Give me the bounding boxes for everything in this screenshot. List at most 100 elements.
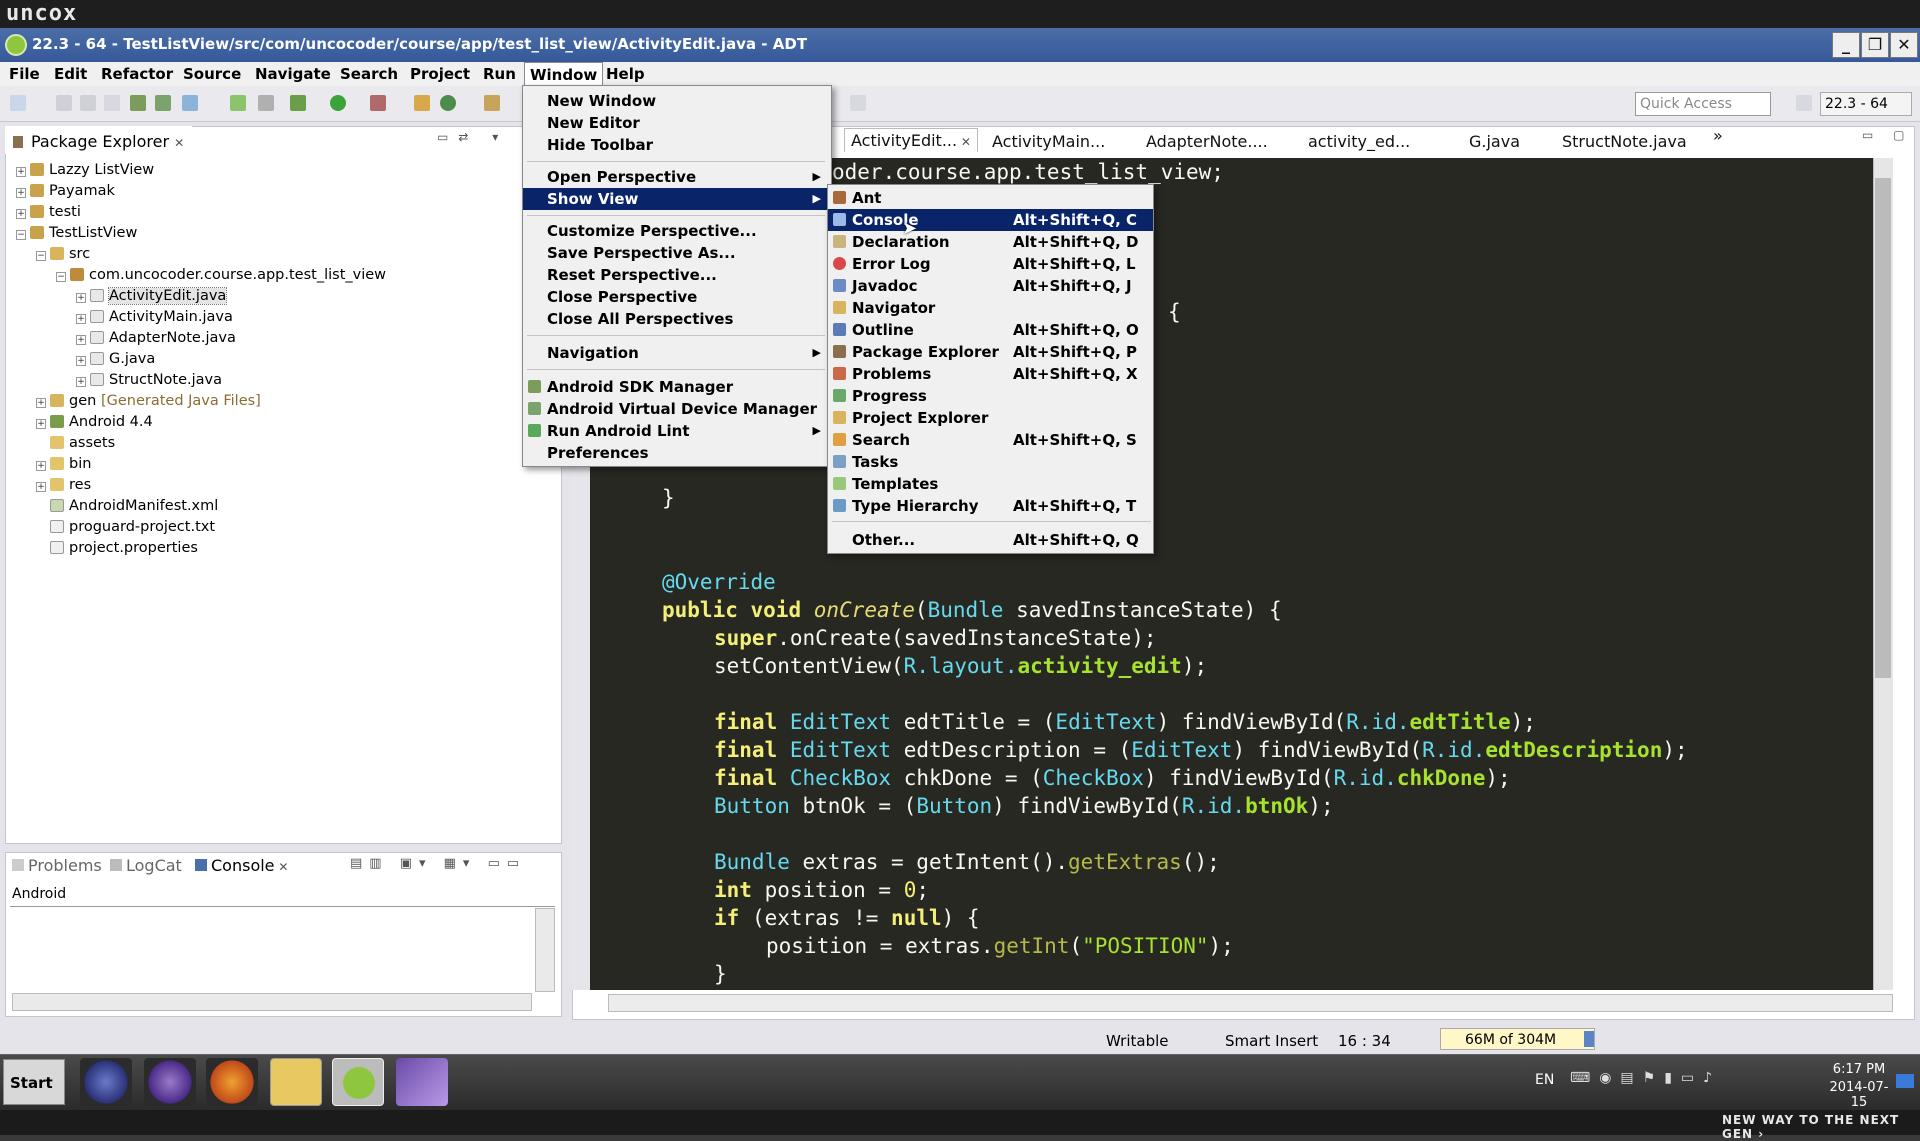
menu-item-android-sdk-manager[interactable]: Android SDK Manager [523,376,829,398]
view-item-package-explorer[interactable]: Package Explorer Alt+Shift+Q, P [828,341,1153,363]
editor-tabs-overflow[interactable]: » [1713,126,1723,145]
menu-item-close-all-perspectives[interactable]: Close All Perspectives [523,308,829,330]
close-tab-icon[interactable]: ✕ [174,136,184,150]
android-sdk-icon[interactable] [130,95,146,111]
tree-node[interactable]: + bin [16,454,386,475]
menu-item-close-perspective[interactable]: Close Perspective [523,286,829,308]
view-item-progress[interactable]: Progress [828,385,1153,407]
menu-edit[interactable]: Edit [49,62,92,86]
view-item-navigator[interactable]: Navigator [828,297,1153,319]
view-item-javadoc[interactable]: Javadoc Alt+Shift+Q, J [828,275,1153,297]
view-item-other[interactable]: Other... Alt+Shift+Q, Q [828,529,1153,551]
tree-node[interactable]: + Payamak [16,181,386,202]
menu-window[interactable]: Window [524,62,604,86]
tree-node[interactable]: + testi [16,202,386,223]
tree-node[interactable]: AndroidManifest.xml [16,496,386,517]
view-item-console[interactable]: Console Alt+Shift+Q, C [828,209,1153,231]
view-item-outline[interactable]: Outline Alt+Shift+Q, O [828,319,1153,341]
tree-node[interactable]: − TestListView [16,223,386,244]
open-type-icon[interactable] [484,95,500,111]
firefox-taskbar-icon[interactable] [206,1058,258,1106]
menu-file[interactable]: File [4,62,45,86]
menu-navigate[interactable]: Navigate [250,62,336,86]
menu-project[interactable]: Project [405,62,475,86]
tree-node[interactable]: + Lazzy ListView [16,160,386,181]
view-item-templates[interactable]: Templates [828,473,1153,495]
tree-node[interactable]: + res [16,475,386,496]
clock[interactable]: 6:17 PM 2014-07-15 [1824,1062,1894,1110]
tree-node[interactable]: assets [16,433,386,454]
close-tab-icon[interactable]: ✕ [957,135,971,149]
menu-help[interactable]: Help [601,62,650,86]
eclipse-taskbar-icon[interactable] [80,1058,132,1106]
avd-manager-icon[interactable] [155,95,171,111]
package-explorer-tab[interactable]: Package Explorer ✕ [5,126,193,154]
view-item-problems[interactable]: Problems Alt+Shift+Q, X [828,363,1153,385]
tree-node[interactable]: + AdapterNote.java [16,328,386,349]
system-tray[interactable]: ⌨◉▤⚑▮▭♪ [1570,1070,1721,1086]
console-vscroll[interactable] [535,908,555,992]
new-icon[interactable] [10,95,26,111]
perspective-switcher[interactable]: 22.3 - 64 [1820,92,1912,116]
new-android-project-icon[interactable] [230,95,246,111]
minimize-button[interactable]: _ [1832,32,1860,58]
menu-item-customize-perspective[interactable]: Customize Perspective... [523,220,829,242]
tree-node[interactable]: + ActivityMain.java [16,307,386,328]
external-tools-icon[interactable] [370,95,386,111]
menu-item-new-window[interactable]: New Window [523,90,829,112]
menu-item-hide-toolbar[interactable]: Hide Toolbar [523,134,829,156]
view-item-error-log[interactable]: Error Log Alt+Shift+Q, L [828,253,1153,275]
editor-hscroll[interactable] [608,994,1893,1012]
start-button[interactable]: Start [3,1059,65,1105]
new-package-icon[interactable] [414,95,430,111]
run-icon[interactable] [330,95,346,111]
debug-icon[interactable] [290,95,306,111]
editor-vscroll-thumb[interactable] [1875,178,1891,678]
view-item-project-explorer[interactable]: Project Explorer [828,407,1153,429]
quick-access-input[interactable]: Quick Access [1635,92,1771,116]
menu-run[interactable]: Run [478,62,521,86]
editor-tab-activityedit[interactable]: ActivityEdit... ✕ [844,128,978,152]
editor-min-max[interactable]: ▭ ▢ [1862,128,1913,142]
print-icon[interactable] [104,95,120,111]
menu-item-new-editor[interactable]: New Editor [523,112,829,134]
menu-refactor[interactable]: Refactor [96,62,178,86]
view-item-search[interactable]: Search Alt+Shift+Q, S [828,429,1153,451]
console-toolbar[interactable]: ▤▥ ▣▾ ▦▾ ▭▭ [350,856,526,871]
menu-item-open-perspective[interactable]: Open Perspective ▶ [523,166,829,188]
garbage-collect-icon[interactable] [1584,1031,1594,1047]
language-indicator[interactable]: EN [1535,1072,1554,1088]
skip-breakpoints-icon[interactable] [258,95,274,111]
editor-tab-activity-edit-xml[interactable]: activity_ed... [1308,132,1410,151]
menu-item-navigation[interactable]: Navigation ▶ [523,342,829,364]
lint-icon[interactable] [182,95,198,111]
menu-item-save-perspective[interactable]: Save Perspective As... [523,242,829,264]
menu-item-show-view[interactable]: Show View ▶ [523,188,829,210]
tree-node[interactable]: − src [16,244,386,265]
menu-item-preferences[interactable]: Preferences [523,442,829,464]
tree-node[interactable]: proguard-project.txt [16,517,386,538]
tab-problems[interactable]: Problems [12,856,102,875]
editor-tab-activitymain[interactable]: ActivityMain... [992,132,1105,151]
tree-node[interactable]: project.properties [16,538,386,559]
tree-node[interactable]: + gen [Generated Java Files] [16,391,386,412]
heap-status[interactable]: 66M of 304M [1440,1028,1595,1050]
view-toolbar[interactable]: ▭⇄ ▾ [437,130,508,144]
tab-logcat[interactable]: LogCat [110,856,182,875]
menu-item-run-android-lint[interactable]: Run Android Lint ▶ [523,420,829,442]
menu-search[interactable]: Search [335,62,403,86]
editor-tab-g[interactable]: G.java [1469,132,1520,151]
tree-node[interactable]: + StructNote.java [16,370,386,391]
console-hscroll[interactable] [12,993,532,1011]
view-item-tasks[interactable]: Tasks [828,451,1153,473]
explorer-taskbar-icon[interactable] [270,1058,322,1106]
adt-taskbar-icon[interactable] [332,1058,384,1106]
menu-item-avd-manager[interactable]: Android Virtual Device Manager [523,398,829,420]
close-tab-icon[interactable]: ✕ [275,860,288,874]
editor-tab-structnote[interactable]: StructNote.java [1562,132,1687,151]
close-button[interactable]: ✕ [1890,32,1918,58]
tree-node[interactable]: + ActivityEdit.java [16,286,386,307]
visual-studio-taskbar-icon[interactable] [396,1058,448,1106]
editor-tab-adapternote[interactable]: AdapterNote.... [1146,132,1268,151]
restore-button[interactable]: ❐ [1861,32,1889,58]
